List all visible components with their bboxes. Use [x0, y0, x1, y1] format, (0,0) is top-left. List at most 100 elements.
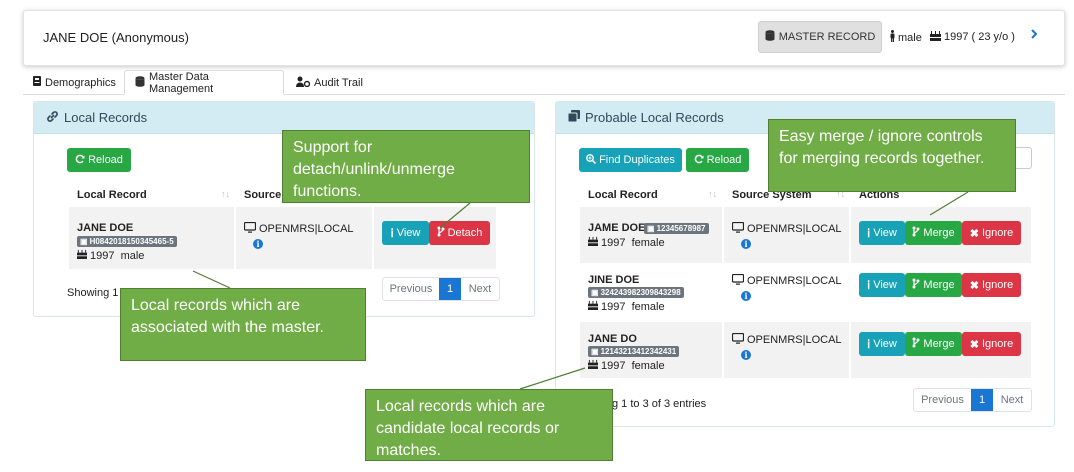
find-duplicates-button[interactable]: Find Duplicates — [579, 148, 682, 172]
record-id: 324243982309843298 — [600, 288, 681, 297]
tab-demographics-label: Demographics — [45, 76, 116, 89]
monitor-icon — [732, 274, 744, 288]
birth-text: 1997 ( 23 y/o ) — [944, 31, 1015, 43]
sort-icon[interactable]: ↑↓ — [708, 189, 717, 199]
monitor-icon — [732, 333, 744, 347]
merge-button[interactable]: Merge — [905, 332, 962, 356]
birthday-cake-icon — [588, 236, 598, 249]
ignore-button[interactable]: ✖ Ignore — [962, 221, 1021, 245]
page-1-button[interactable]: 1 — [439, 278, 461, 300]
birthday-cake-icon — [588, 300, 598, 313]
probable-pagination: Previous 1 Next — [913, 388, 1032, 412]
close-icon: ✖ — [969, 227, 979, 240]
merge-label: Merge — [923, 279, 955, 291]
record-name: JANE DO — [588, 333, 637, 345]
column-divider — [722, 322, 724, 378]
person-icon — [890, 30, 895, 45]
record-source-text: OPENMRS|LOCAL — [259, 223, 354, 235]
callout-merge: Easy merge / ignore controls for merging… — [768, 119, 1016, 192]
view-button[interactable]: ⅰ View — [859, 273, 905, 297]
showing-entries: Showing 1 — [67, 287, 119, 299]
master-record-label: MASTER RECORD — [778, 31, 876, 43]
copy-icon — [568, 110, 580, 125]
next-button[interactable]: Next — [461, 278, 499, 300]
merge-button[interactable]: Merge — [905, 221, 962, 245]
local-pagination: Previous 1 Next — [382, 277, 500, 301]
sort-icon[interactable]: ↑↓ — [221, 189, 230, 199]
next-button[interactable]: Next — [993, 389, 1031, 411]
database-icon — [765, 30, 775, 44]
detach-button[interactable]: Detach — [429, 221, 490, 245]
page-1-button[interactable]: 1 — [971, 389, 993, 411]
view-label: View — [396, 227, 421, 239]
master-record-badge[interactable]: MASTER RECORD — [758, 21, 882, 53]
view-button[interactable]: ⅰ View — [382, 221, 429, 245]
tab-demographics[interactable]: Demographics — [23, 70, 126, 95]
ignore-label: Ignore — [982, 227, 1014, 239]
info-icon[interactable]: i — [253, 239, 263, 249]
code-branch-icon — [912, 337, 920, 351]
record-source-text: OPENMRS|LOCAL — [747, 334, 842, 346]
tab-audit-trail[interactable]: Audit Trail — [286, 70, 373, 95]
user-cog-icon — [296, 76, 310, 90]
previous-button[interactable]: Previous — [914, 389, 971, 411]
probable-reload-button[interactable]: Reload — [686, 148, 749, 172]
id-card-icon — [33, 76, 41, 89]
record-info-text: 1997 female — [601, 359, 665, 372]
ignore-button[interactable]: ✖ Ignore — [962, 273, 1021, 297]
column-divider — [234, 207, 236, 269]
ignore-button[interactable]: ✖ Ignore — [962, 332, 1021, 356]
col-local-record[interactable]: Local Record — [588, 189, 658, 201]
monitor-icon — [244, 222, 256, 236]
monitor-icon — [732, 222, 744, 236]
record-info-text: 1997 female — [601, 300, 665, 313]
showing-entries: g 1 to 3 of 3 entries — [612, 398, 707, 410]
record-demographics: 1997 female — [588, 300, 665, 313]
view-button[interactable]: ⅰ View — [859, 332, 905, 356]
record-source-text: OPENMRS|LOCAL — [747, 223, 842, 235]
col-local-record[interactable]: Local Record — [77, 189, 147, 201]
birth-info: 1997 ( 23 y/o ) — [930, 30, 1015, 44]
view-button[interactable]: ⅰ View — [859, 221, 905, 245]
gender-info: male — [890, 30, 922, 45]
view-label: View — [873, 227, 897, 239]
view-label: View — [873, 279, 897, 291]
tab-bar: Demographics Master Data Management Audi… — [23, 70, 1065, 95]
column-divider — [722, 207, 724, 263]
gender-text: male — [898, 31, 922, 44]
tab-audit-label: Audit Trail — [314, 76, 363, 89]
record-source: OPENMRS|LOCAL — [732, 274, 842, 288]
ignore-label: Ignore — [982, 279, 1014, 291]
info-icon[interactable]: i — [741, 239, 751, 249]
previous-button[interactable]: Previous — [383, 278, 439, 300]
record-source-text: OPENMRS|LOCAL — [747, 275, 842, 287]
probable-records-title: Probable Local Records — [585, 110, 724, 125]
record-name: JINE DOE — [588, 274, 640, 286]
code-branch-icon — [912, 226, 920, 240]
id-card-icon: ▣ — [647, 224, 655, 233]
merge-button[interactable]: Merge — [905, 273, 962, 297]
local-reload-label: Reload — [88, 154, 123, 166]
info-icon[interactable]: i — [741, 291, 751, 301]
info-icon: ⅰ — [867, 279, 871, 292]
id-card-icon: ▣ — [80, 237, 88, 246]
id-card-icon: ▣ — [591, 288, 599, 297]
find-duplicates-label: Find Duplicates — [599, 154, 675, 166]
tab-master-data-management[interactable]: Master Data Management — [124, 70, 284, 95]
record-demographics: 1997 female — [588, 359, 665, 372]
chevron-right-icon[interactable] — [1030, 27, 1038, 45]
record-source: OPENMRS|LOCAL — [244, 222, 354, 236]
record-id-badge: ▣ 12345678987 — [644, 223, 709, 234]
column-divider — [372, 207, 374, 269]
record-name: JAME DOE — [588, 222, 646, 234]
patient-name: JANE DOE (Anonymous) — [43, 30, 189, 45]
record-id-badge: ▣ 324243982309843298 — [588, 287, 684, 298]
record-source: OPENMRS|LOCAL — [732, 222, 842, 236]
local-reload-button[interactable]: Reload — [67, 148, 131, 172]
id-card-icon: ▣ — [591, 347, 599, 356]
record-id: H0842018150345465-5 — [89, 237, 174, 246]
database-icon — [135, 75, 145, 90]
column-divider — [849, 207, 851, 263]
record-id: 12143213412342431 — [600, 347, 677, 356]
info-icon[interactable]: i — [741, 350, 751, 360]
